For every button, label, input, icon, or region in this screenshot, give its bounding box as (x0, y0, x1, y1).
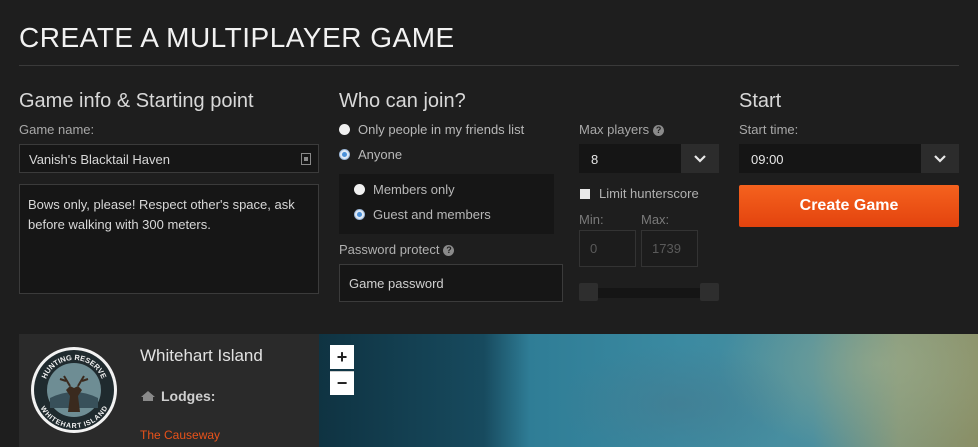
chevron-down-icon[interactable] (921, 144, 959, 173)
start-time-label: Start time: (739, 122, 799, 137)
start-time-select[interactable]: 09:00 (739, 144, 959, 173)
create-game-button[interactable]: Create Game (739, 185, 959, 227)
max-players-value: 8 (591, 152, 599, 167)
slider-min-handle[interactable] (579, 283, 598, 301)
game-name-value: Vanish's Blacktail Haven (29, 152, 170, 167)
start-time-value: 09:00 (751, 152, 784, 167)
radio-label: Members only (373, 182, 455, 197)
who-can-join-heading: Who can join? (339, 90, 466, 112)
password-placeholder: Game password (349, 276, 444, 291)
limit-hunterscore-label: Limit hunterscore (599, 186, 699, 201)
game-info-heading: Game info & Starting point (19, 90, 254, 112)
lodge-icon (141, 391, 155, 401)
max-players-label: Max players? (579, 122, 665, 137)
text-field-icon (301, 153, 311, 165)
radio-label: Only people in my friends list (358, 122, 525, 137)
game-description-textarea[interactable]: Bows only, please! Respect other's space… (19, 184, 319, 294)
reserve-map[interactable] (319, 334, 978, 447)
title-divider (19, 65, 959, 66)
limit-hunterscore-checkbox[interactable] (580, 189, 590, 199)
radio-button-selected[interactable] (339, 149, 350, 160)
min-label: Min: (579, 212, 604, 227)
radio-button[interactable] (354, 184, 365, 195)
max-players-label-text: Max players (579, 122, 650, 137)
radio-label: Guest and members (373, 207, 491, 222)
reserve-name: Whitehart Island (140, 346, 263, 365)
max-score-label: Max: (641, 212, 670, 227)
lodge-link-the-causeway[interactable]: The Causeway (140, 428, 220, 442)
help-icon[interactable]: ? (653, 125, 665, 136)
radio-label: Anyone (358, 147, 403, 162)
min-score-value: 0 (590, 241, 598, 256)
lodges-label: Lodges: (161, 388, 216, 404)
hunting-reserve-emblem: HUNTING RESERVE WHITEHART ISLAND (31, 347, 117, 433)
game-description-value: Bows only, please! Respect other's space… (28, 197, 295, 232)
lodges-row: Lodges: (140, 388, 215, 404)
zoom-in-button[interactable]: + (330, 345, 354, 369)
min-score-input[interactable]: 0 (579, 230, 636, 267)
chevron-down-icon[interactable] (681, 144, 719, 173)
max-players-select[interactable]: 8 (579, 144, 719, 173)
radio-anyone[interactable]: Anyone (339, 147, 402, 162)
radio-friends-only[interactable]: Only people in my friends list (339, 122, 524, 137)
radio-guest-and-members[interactable]: Guest and members (354, 207, 491, 222)
password-input[interactable]: Game password (339, 264, 563, 302)
zoom-out-button[interactable]: − (330, 371, 354, 395)
game-name-input[interactable]: Vanish's Blacktail Haven (19, 144, 319, 173)
max-score-value: 1739 (652, 241, 681, 256)
radio-members-only[interactable]: Members only (354, 182, 455, 197)
password-label-text: Password protect (339, 242, 440, 257)
slider-max-handle[interactable] (700, 283, 719, 301)
radio-button[interactable] (339, 124, 350, 135)
page-title: CREATE A MULTIPLAYER GAME (19, 22, 455, 53)
radio-button-selected[interactable] (354, 209, 365, 220)
hunterscore-range-slider[interactable] (579, 288, 719, 298)
max-score-input[interactable]: 1739 (641, 230, 698, 267)
password-label: Password protect? (339, 242, 455, 257)
game-name-label: Game name: (19, 122, 95, 137)
start-heading: Start (739, 90, 782, 112)
help-icon[interactable]: ? (443, 245, 455, 256)
